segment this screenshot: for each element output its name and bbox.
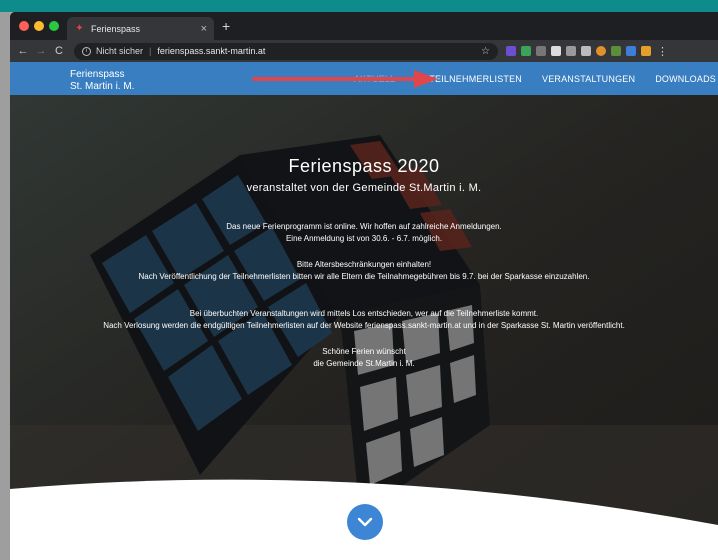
chevron-down-icon [357,517,373,527]
hero-title: Ferienspass 2020 [288,156,440,176]
extension-icon[interactable] [551,46,561,56]
hero-paragraph-1-line-2: Eine Anmeldung ist von 30.6. - 6.7. mögl… [285,234,443,243]
new-tab-button[interactable]: + [222,18,230,34]
brand-line-2: St. Martin i. M. [70,81,135,92]
annotation-arrow-icon [252,70,438,88]
bookmark-star-icon[interactable]: ☆ [481,46,490,57]
hero-paragraph-3-line-1: Bei überbuchten Veranstaltungen wird mit… [189,309,539,318]
site-brand[interactable]: Ferienspass St. Martin i. M. [70,69,134,93]
extensions-area [506,46,651,56]
hero-paragraph-3-line-2: Nach Verlosung werden die endgültigen Te… [103,321,625,330]
maximize-window-button[interactable] [49,21,59,31]
tab-close-icon[interactable]: × [201,23,207,35]
hero-paragraph-1-line-1: Das neue Ferienprogramm ist online. Wir … [226,222,502,231]
extension-icon[interactable] [566,46,576,56]
extension-icon[interactable] [626,46,636,56]
extension-icon[interactable] [611,46,621,56]
extension-icon[interactable] [506,46,516,56]
hero-paragraph-2-line-2: Nach Veröffentlichung der Teilnehmerlist… [138,272,590,281]
brand-line-1: Ferienspass [70,69,125,80]
background-left-edge [0,12,10,560]
security-status: Nicht sicher [96,46,144,56]
back-button[interactable]: ← [16,45,30,57]
minimize-window-button[interactable] [34,21,44,31]
hero-paragraph-2-line-1: Bitte Altersbeschränkungen einhalten! [296,260,432,269]
url-text[interactable]: ferienspass.sankt-martin.at [157,46,481,56]
extension-icon[interactable] [581,46,591,56]
info-icon[interactable]: i [82,46,91,56]
tab-bar: ✦ Ferienspass × + [10,12,718,40]
tab-title: Ferienspass [91,23,141,34]
background-top-bar [0,0,718,12]
address-separator: | [149,46,152,56]
hero-paragraph-4-line-1: Schöne Ferien wünscht [322,347,406,356]
nav-downloads[interactable]: DOWNLOADS [655,74,716,84]
hero-subtitle: veranstaltet von der Gemeinde St.Martin … [246,182,482,194]
site-navbar: Ferienspass St. Martin i. M. AKTUELL TEI… [10,62,718,95]
address-bar[interactable]: i Nicht sicher | ferienspass.sankt-marti… [74,42,498,60]
close-window-button[interactable] [19,21,29,31]
tab-ferienspass[interactable]: ✦ Ferienspass × [67,17,214,40]
website: Ferienspass St. Martin i. M. AKTUELL TEI… [10,62,718,560]
hero-paragraph-4-line-2: die Gemeinde St.Martin i. M. [313,359,415,368]
extension-icon[interactable] [521,46,531,56]
browser-toolbar: ← → C i Nicht sicher | ferienspass.sankt… [10,40,718,62]
extension-icon[interactable] [641,46,651,56]
scroll-down-button[interactable] [347,504,383,540]
extension-icon[interactable] [536,46,546,56]
browser-window: ✦ Ferienspass × + ← → C i Nicht sicher |… [10,12,718,560]
reload-button[interactable]: C [52,45,66,57]
site-favicon-icon: ✦ [75,23,84,34]
extension-icon[interactable] [596,46,606,56]
browser-menu-icon[interactable]: ⋮ [657,45,668,58]
nav-veranstaltungen[interactable]: VERANSTALTUNGEN [542,74,635,84]
nav-teilnehmerlisten[interactable]: TEILNEHMERLISTEN [429,74,522,84]
forward-button[interactable]: → [34,45,48,57]
